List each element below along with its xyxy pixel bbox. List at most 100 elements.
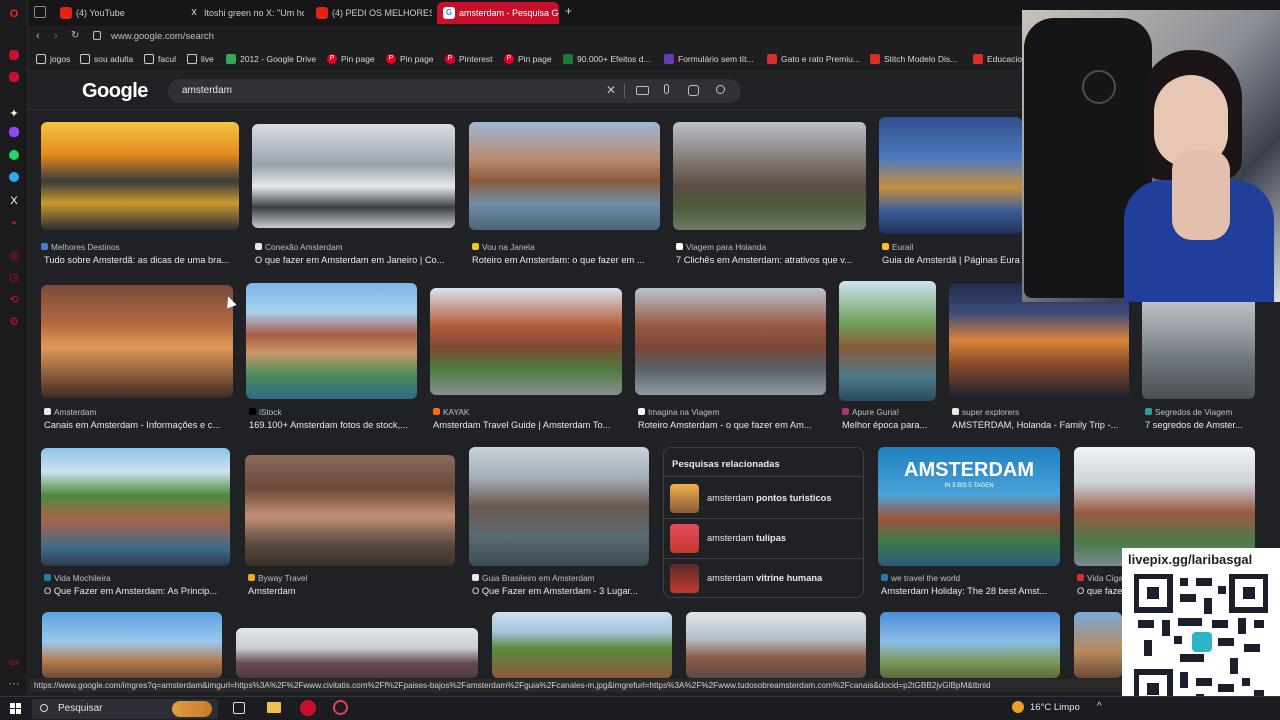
image-result[interactable]: Melhores Destinos Tudo sobre Amsterdã: a… xyxy=(41,122,239,267)
result-thumbnail[interactable] xyxy=(252,124,455,228)
opera-logo-icon[interactable]: O xyxy=(6,6,22,22)
image-result[interactable]: Amsterdam Canais em Amsterdam - Informaç… xyxy=(41,285,233,432)
result-source[interactable]: Imagina na Viagem xyxy=(638,407,826,417)
image-result[interactable]: iStock 169.100+ Amsterdam fotos de stock… xyxy=(246,283,417,432)
result-title[interactable]: O que faze xyxy=(1077,586,1123,596)
result-title[interactable]: O Que Fazer em Amsterdam - 3 Lugar... xyxy=(472,586,649,596)
result-thumbnail[interactable] xyxy=(879,117,1022,234)
image-result[interactable]: Byway Travel Amsterdam xyxy=(245,455,455,597)
result-title[interactable]: 169.100+ Amsterdam fotos de stock,... xyxy=(249,420,417,430)
task-view-icon[interactable] xyxy=(233,702,245,714)
result-source[interactable]: Vida Ciga xyxy=(1077,573,1127,583)
result-title[interactable]: Amsterdam Travel Guide | Amsterdam To... xyxy=(433,420,622,430)
result-source[interactable]: Segredos de Viagem xyxy=(1145,407,1255,417)
result-title[interactable]: Tudo sobre Amsterdã: as dicas de uma bra… xyxy=(44,255,242,265)
result-thumbnail[interactable] xyxy=(245,455,455,566)
bookmark-facul[interactable]: facul xyxy=(144,54,176,64)
whatsapp-icon[interactable] xyxy=(9,150,19,160)
result-source[interactable]: Viagem para Holanda xyxy=(676,242,866,252)
image-result[interactable]: Conexão Amsterdam O que fazer em Amsterd… xyxy=(252,124,455,267)
file-explorer-icon[interactable] xyxy=(267,702,281,713)
extensions-icon[interactable]: ⟲ xyxy=(6,292,22,308)
result-title[interactable]: Amsterdam xyxy=(248,586,455,596)
gx-icon[interactable]: GX xyxy=(6,656,22,672)
result-title[interactable]: 7 segredos de Amster... xyxy=(1145,420,1255,430)
image-result[interactable]: Guia Brasileiro em Amsterdam O Que Fazer… xyxy=(469,447,649,597)
result-title[interactable]: O Que Fazer em Amsterdam: As Princip... xyxy=(44,586,230,596)
weather-text[interactable]: 16°C Limpo xyxy=(1030,702,1080,713)
bookmark-live[interactable]: live xyxy=(187,54,214,64)
result-title[interactable]: Amsterdam Holiday: The 28 best Amst... xyxy=(881,586,1060,596)
result-title[interactable]: AMSTERDAM, Holanda - Family Trip -... xyxy=(952,420,1129,430)
result-thumbnail[interactable] xyxy=(469,447,649,566)
lens-icon[interactable] xyxy=(688,85,699,96)
result-thumbnail[interactable] xyxy=(41,285,233,398)
related-item[interactable]: amsterdam pontos turisticos xyxy=(670,484,860,514)
bookmark-pin-page-2[interactable]: P Pin page xyxy=(386,54,434,64)
result-source[interactable]: KAYAK xyxy=(433,407,622,417)
search-icon[interactable] xyxy=(716,85,725,94)
twitch-icon[interactable] xyxy=(9,127,19,137)
result-thumbnail[interactable] xyxy=(469,122,660,230)
result-thumbnail[interactable]: AMSTERDAM IN 3 BIS 5 TAGEN xyxy=(878,447,1060,566)
result-source[interactable]: iStock xyxy=(249,407,417,417)
result-thumbnail[interactable] xyxy=(1074,612,1122,678)
aria-icon[interactable]: ✦ xyxy=(6,106,22,122)
windows-start-icon[interactable] xyxy=(10,703,21,714)
image-result[interactable]: Apure Guria! Melhor época para... xyxy=(839,281,936,432)
image-result[interactable]: KAYAK Amsterdam Travel Guide | Amsterdam… xyxy=(430,288,622,432)
image-result[interactable]: Imagina na Viagem Roteiro Amsterdam - o … xyxy=(635,288,826,432)
bookmark-sou-adulta[interactable]: sou adulta xyxy=(80,54,133,64)
keyboard-icon[interactable] xyxy=(636,86,649,95)
result-thumbnail[interactable] xyxy=(880,612,1060,678)
related-item[interactable]: amsterdam tulipas xyxy=(670,524,860,554)
more-icon[interactable]: ⋯ xyxy=(6,676,22,692)
obs-icon[interactable] xyxy=(333,700,348,715)
history-icon[interactable]: ◎ xyxy=(6,248,22,264)
result-thumbnail[interactable] xyxy=(492,612,672,678)
result-source[interactable]: we travel the world xyxy=(881,573,1060,583)
bookmark-jogos[interactable]: jogos xyxy=(36,54,70,64)
result-thumbnail[interactable] xyxy=(673,122,866,230)
image-result[interactable]: Eurail Guia de Amsterdã | Páginas Eura xyxy=(879,117,1022,267)
bookmark-stitch[interactable]: Stitch Modelo Dis... xyxy=(870,54,957,64)
google-logo[interactable]: Google xyxy=(82,80,148,103)
result-thumbnail[interactable] xyxy=(41,448,230,566)
result-source[interactable]: super explorers xyxy=(952,407,1129,417)
image-result[interactable]: Vida Mochileira O Que Fazer em Amsterdam… xyxy=(41,448,230,597)
bookmark-educacio[interactable]: Educacio xyxy=(973,54,1022,64)
back-icon[interactable]: ‹ xyxy=(36,30,40,42)
result-source[interactable]: Vida Mochileira xyxy=(44,573,230,583)
result-thumbnail[interactable] xyxy=(430,288,622,395)
result-title[interactable]: Canais em Amsterdam - Informações e c... xyxy=(44,420,233,430)
x-icon[interactable]: X xyxy=(6,193,22,209)
result-thumbnail[interactable] xyxy=(236,628,478,678)
taskbar-search[interactable]: Pesquisar xyxy=(32,699,218,719)
youtube-music-icon[interactable]: ● xyxy=(6,215,22,231)
tab-manager-icon[interactable] xyxy=(34,6,46,18)
bookmark-google-drive[interactable]: 2012 - Google Drive xyxy=(226,54,316,64)
clear-icon[interactable]: ✕ xyxy=(606,83,616,97)
url-field[interactable]: www.google.com/search xyxy=(111,31,214,42)
image-result[interactable]: Vou na Janela Roteiro em Amsterdam: o qu… xyxy=(469,122,660,267)
new-tab-button[interactable]: + xyxy=(565,4,572,18)
result-title[interactable]: O que fazer em Amsterdam em Janeiro | Co… xyxy=(255,255,455,265)
search-box[interactable]: amsterdam ✕ xyxy=(168,79,741,103)
clock-icon[interactable]: ◷ xyxy=(6,270,22,286)
bookmark-formulario[interactable]: Formulário sem tít... xyxy=(664,54,754,64)
result-source[interactable]: Melhores Destinos xyxy=(41,242,239,252)
messenger-icon[interactable] xyxy=(9,50,19,60)
result-title[interactable]: Melhor época para... xyxy=(842,420,936,430)
bookmark-pinterest[interactable]: P Pinterest xyxy=(445,54,493,64)
tab-youtube[interactable]: (4) YouTube xyxy=(54,2,176,24)
result-thumbnail[interactable] xyxy=(686,612,866,678)
result-source[interactable]: Eurail xyxy=(882,242,1022,252)
settings-icon[interactable]: ⚙ xyxy=(6,314,22,330)
reload-icon[interactable]: ↻ xyxy=(71,30,79,41)
microphone-icon[interactable] xyxy=(664,84,669,94)
result-thumbnail[interactable] xyxy=(839,281,936,401)
result-source[interactable]: Guia Brasileiro em Amsterdam xyxy=(472,573,649,583)
result-source[interactable]: Apure Guria! xyxy=(842,407,936,417)
bookmark-pin-page-1[interactable]: P Pin page xyxy=(327,54,375,64)
result-thumbnail[interactable] xyxy=(246,283,417,399)
